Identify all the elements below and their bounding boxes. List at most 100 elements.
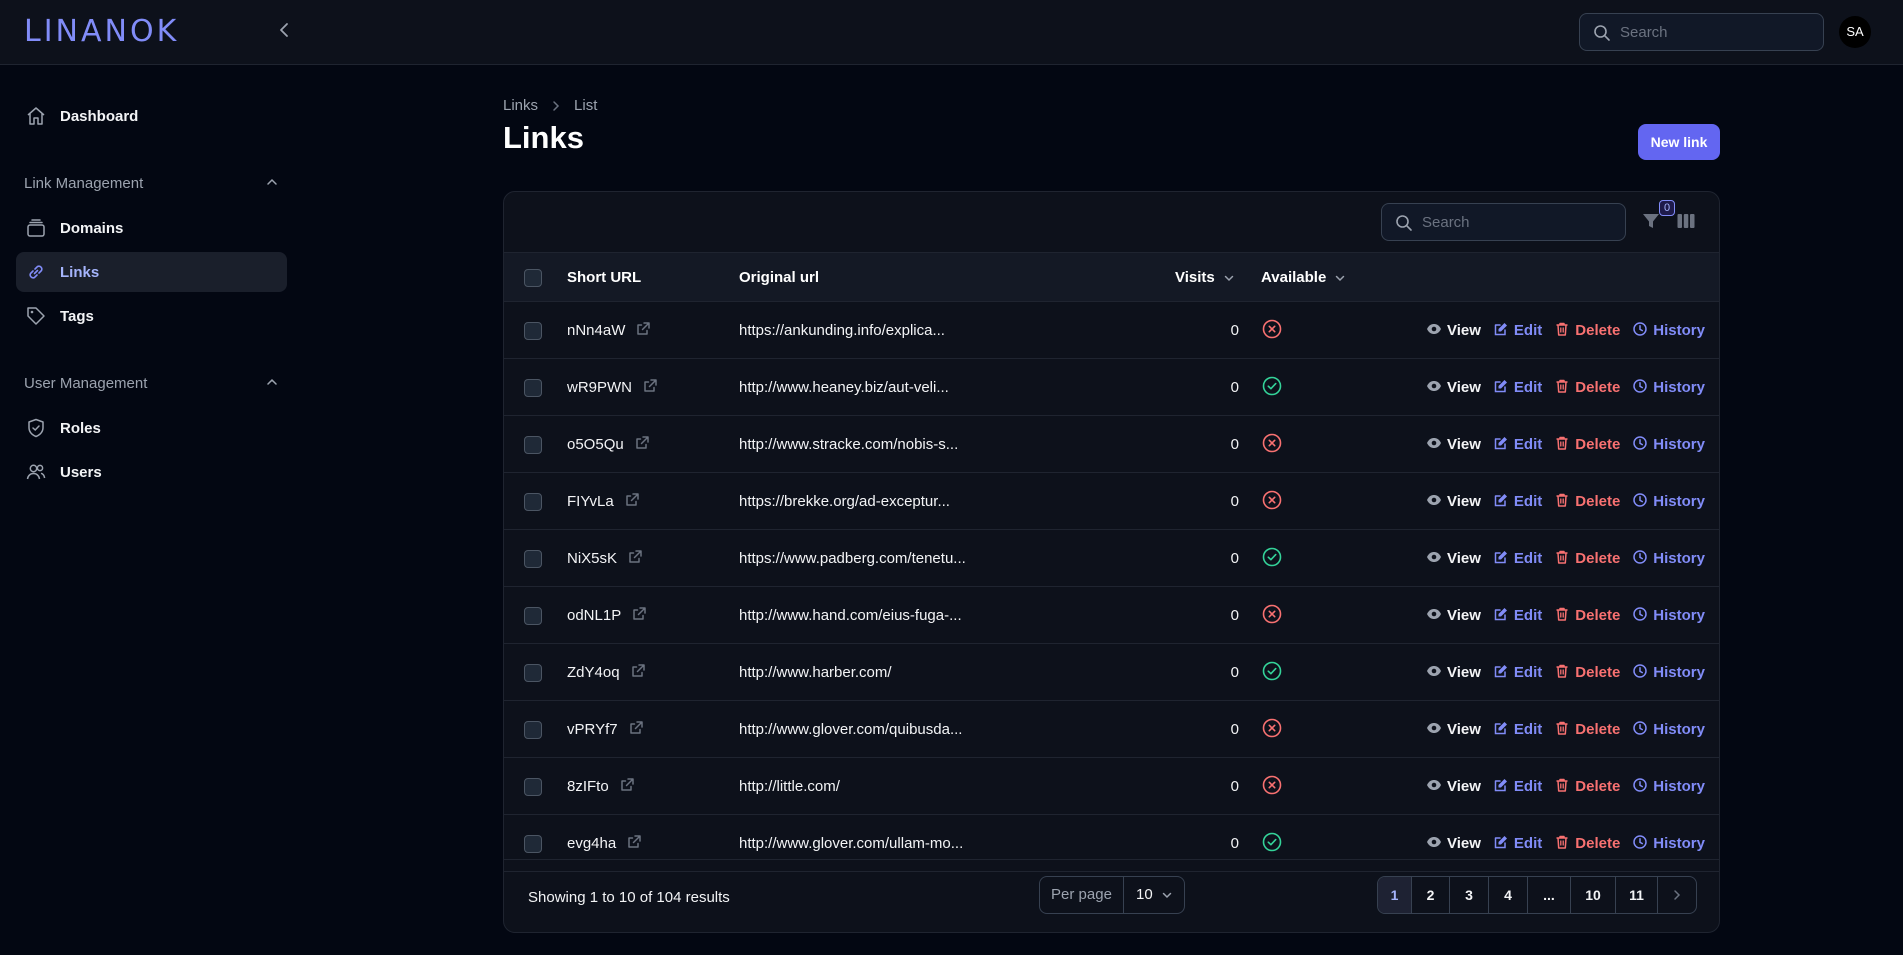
external-link-icon[interactable] xyxy=(626,833,643,854)
user-avatar[interactable]: SA xyxy=(1839,16,1871,48)
view-button[interactable]: View xyxy=(1426,435,1481,455)
new-link-button[interactable]: New link xyxy=(1638,124,1720,160)
external-link-icon[interactable] xyxy=(635,320,652,341)
edit-button[interactable]: Edit xyxy=(1493,834,1542,854)
view-button[interactable]: View xyxy=(1426,777,1481,797)
edit-icon xyxy=(1493,606,1509,626)
per-page-select[interactable]: Per page 10 xyxy=(1039,876,1185,914)
sidebar-item-links[interactable]: Links xyxy=(16,252,287,292)
history-button[interactable]: History xyxy=(1632,777,1705,797)
edit-button[interactable]: Edit xyxy=(1493,549,1542,569)
view-button[interactable]: View xyxy=(1426,834,1481,854)
page-button[interactable]: 2 xyxy=(1412,877,1450,913)
delete-button[interactable]: Delete xyxy=(1554,834,1620,854)
collapse-sidebar-button[interactable] xyxy=(272,20,298,46)
sidebar-item-domains[interactable]: Domains xyxy=(16,208,287,248)
history-button[interactable]: History xyxy=(1632,720,1705,740)
view-button[interactable]: View xyxy=(1426,492,1481,512)
history-button[interactable]: History xyxy=(1632,492,1705,512)
delete-button[interactable]: Delete xyxy=(1554,663,1620,683)
delete-button[interactable]: Delete xyxy=(1554,606,1620,626)
edit-button[interactable]: Edit xyxy=(1493,492,1542,512)
view-label: View xyxy=(1447,664,1481,681)
view-button[interactable]: View xyxy=(1426,663,1481,683)
delete-button[interactable]: Delete xyxy=(1554,321,1620,341)
view-button[interactable]: View xyxy=(1426,549,1481,569)
sidebar-item-label: Users xyxy=(60,463,102,481)
external-link-icon[interactable] xyxy=(642,377,659,398)
toggle-columns-button[interactable] xyxy=(1676,211,1696,234)
breadcrumb-links[interactable]: Links xyxy=(503,97,538,114)
row-checkbox[interactable] xyxy=(524,549,542,568)
row-checkbox[interactable] xyxy=(524,834,542,853)
visits-cell: 0 xyxy=(1230,721,1239,738)
eye-icon xyxy=(1426,606,1442,626)
delete-button[interactable]: Delete xyxy=(1554,549,1620,569)
edit-button[interactable]: Edit xyxy=(1493,378,1542,398)
row-checkbox[interactable] xyxy=(524,378,542,397)
external-link-icon[interactable] xyxy=(630,662,647,683)
row-select-cell xyxy=(524,587,542,644)
history-button[interactable]: History xyxy=(1632,549,1705,569)
short-url-text: FIYvLa xyxy=(567,493,614,510)
filter-button[interactable] xyxy=(1641,211,1661,234)
row-checkbox[interactable] xyxy=(524,777,542,796)
history-button[interactable]: History xyxy=(1632,834,1705,854)
global-search-input[interactable] xyxy=(1620,14,1810,50)
delete-button[interactable]: Delete xyxy=(1554,378,1620,398)
history-button[interactable]: History xyxy=(1632,435,1705,455)
edit-button[interactable]: Edit xyxy=(1493,321,1542,341)
view-button[interactable]: View xyxy=(1426,720,1481,740)
delete-button[interactable]: Delete xyxy=(1554,777,1620,797)
page-button[interactable]: 10 xyxy=(1571,877,1616,913)
view-button[interactable]: View xyxy=(1426,378,1481,398)
edit-button[interactable]: Edit xyxy=(1493,435,1542,455)
sidebar-item-tags[interactable]: Tags xyxy=(16,296,287,336)
page-button[interactable]: 3 xyxy=(1450,877,1489,913)
next-page-button[interactable] xyxy=(1658,877,1696,913)
edit-button[interactable]: Edit xyxy=(1493,720,1542,740)
external-link-icon[interactable] xyxy=(628,719,645,740)
table-search-input[interactable] xyxy=(1422,204,1612,240)
delete-button[interactable]: Delete xyxy=(1554,435,1620,455)
nav-group-user-management[interactable]: User Management xyxy=(24,375,279,399)
external-link-icon[interactable] xyxy=(619,776,636,797)
app-logo[interactable]: LINANOK xyxy=(24,14,179,50)
history-button[interactable]: History xyxy=(1632,378,1705,398)
history-button[interactable]: History xyxy=(1632,606,1705,626)
edit-label: Edit xyxy=(1513,721,1543,738)
sidebar-item-users[interactable]: Users xyxy=(16,452,287,492)
row-checkbox[interactable] xyxy=(524,321,542,340)
page-button[interactable]: 11 xyxy=(1616,877,1658,913)
history-button[interactable]: History xyxy=(1632,663,1705,683)
row-checkbox[interactable] xyxy=(524,606,542,625)
edit-button[interactable]: Edit xyxy=(1493,663,1542,683)
history-button[interactable]: History xyxy=(1632,321,1705,341)
column-header-visits[interactable]: Visits xyxy=(1175,253,1235,302)
edit-button[interactable]: Edit xyxy=(1493,606,1542,626)
page-button[interactable]: 4 xyxy=(1489,877,1528,913)
sidebar-item-roles[interactable]: Roles xyxy=(16,408,287,448)
view-button[interactable]: View xyxy=(1426,606,1481,626)
edit-button[interactable]: Edit xyxy=(1493,777,1542,797)
column-header-available[interactable]: Available xyxy=(1261,253,1346,302)
sidebar-item-dashboard[interactable]: Dashboard xyxy=(16,96,287,136)
external-link-icon[interactable] xyxy=(624,491,641,512)
clock-icon xyxy=(1632,777,1648,797)
row-checkbox[interactable] xyxy=(524,492,542,511)
delete-button[interactable]: Delete xyxy=(1554,492,1620,512)
view-button[interactable]: View xyxy=(1426,321,1481,341)
select-all-checkbox[interactable] xyxy=(524,268,542,287)
short-url-text: 8zIFto xyxy=(567,778,609,795)
page-button[interactable]: 1 xyxy=(1378,877,1412,913)
nav-group-link-management[interactable]: Link Management xyxy=(24,175,279,199)
row-checkbox[interactable] xyxy=(524,720,542,739)
external-link-icon[interactable] xyxy=(627,548,644,569)
row-checkbox[interactable] xyxy=(524,663,542,682)
row-select-cell xyxy=(524,644,542,701)
delete-button[interactable]: Delete xyxy=(1554,720,1620,740)
row-checkbox[interactable] xyxy=(524,435,542,454)
external-link-icon[interactable] xyxy=(631,605,648,626)
external-link-icon[interactable] xyxy=(634,434,651,455)
per-page-value[interactable]: 10 xyxy=(1124,877,1184,913)
